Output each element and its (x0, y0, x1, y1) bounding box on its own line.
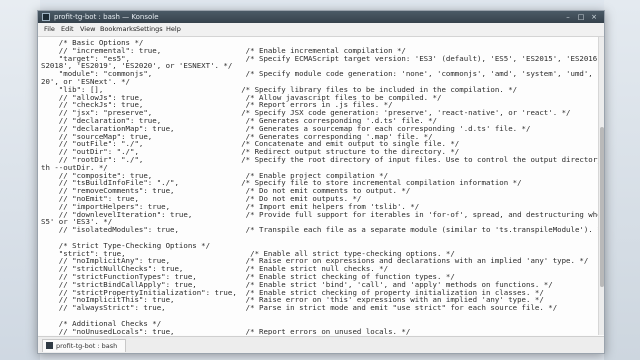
tab-label: profit-tg-bot : bash (56, 342, 118, 350)
close-icon[interactable]: × (590, 13, 598, 21)
terminal-output[interactable]: /* Basic Options */ // "incremental": tr… (38, 37, 598, 335)
vertical-scrollbar[interactable] (598, 37, 604, 335)
maximize-icon[interactable]: □ (577, 13, 585, 21)
terminal-line: // "rootDir": "./", /* Specify the root … (41, 155, 598, 164)
title-bar[interactable]: profit-tg-bot : bash — Konsole – □ × (38, 11, 604, 23)
terminal-line: // "noUnusedLocals": true, /* Report err… (41, 326, 411, 335)
tab-bar: profit-tg-bot : bash (38, 336, 604, 353)
menu-file[interactable]: File (44, 23, 55, 36)
terminal-tab-icon (46, 342, 53, 349)
terminal-line: // "alwaysStrict": true, /* Parse in str… (41, 303, 558, 313)
tab-profit-tg-bot[interactable]: profit-tg-bot : bash (42, 339, 126, 352)
desktop-background-right (604, 0, 640, 360)
terminal-app-icon (42, 13, 50, 21)
minimize-icon[interactable]: – (564, 13, 572, 21)
menu-bookmarks[interactable]: Bookmarks (100, 23, 136, 36)
menu-help[interactable]: Help (166, 23, 181, 36)
menu-edit[interactable]: Edit (61, 23, 74, 36)
menu-bar: File Edit View Bookmarks Settings Help (38, 23, 604, 37)
window-title: profit-tg-bot : bash — Konsole (54, 13, 159, 21)
scrollbar-thumb[interactable] (600, 127, 604, 287)
menu-view[interactable]: View (80, 23, 95, 36)
terminal-line: // "isolatedModules": true, /* Transpile… (41, 225, 598, 235)
konsole-window: profit-tg-bot : bash — Konsole – □ × Fil… (37, 10, 605, 354)
terminal-line: // "downlevelIteration": true, /* Provid… (58, 209, 598, 219)
desktop-background-left (0, 0, 40, 360)
menu-settings[interactable]: Settings (136, 23, 163, 36)
